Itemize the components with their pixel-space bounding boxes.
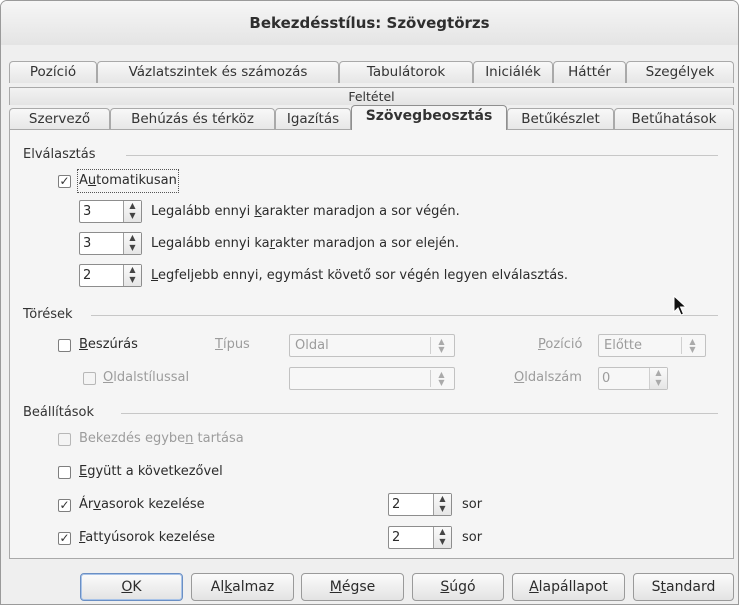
spin-arrows-icon[interactable]: ▲ ▼ <box>123 233 141 254</box>
section-divider <box>126 155 718 156</box>
tab-organizer[interactable]: Szervező <box>9 108 110 130</box>
reset-button[interactable]: Alapállapot <box>512 573 625 601</box>
max-consecutive-label: Legfeljebb ennyi, egymást követő sor vég… <box>151 268 569 283</box>
keep-together-label[interactable]: Bekezdés egyben tartása <box>79 429 244 449</box>
dropdown-arrows-icon: ▲ ▼ <box>430 370 452 387</box>
break-position-label: Pozíció <box>538 337 583 352</box>
tab-borders[interactable]: Szegélyek <box>626 61 734 83</box>
break-type-select[interactable]: Oldal ▲ ▼ <box>289 334 455 357</box>
max-consecutive-spinner[interactable]: 2 ▲ ▼ <box>79 264 142 287</box>
spin-arrows-icon[interactable]: ▲ ▼ <box>649 368 667 389</box>
spin-arrows-icon[interactable]: ▲ ▼ <box>433 527 451 548</box>
section-breaks: Törések <box>23 307 73 322</box>
widow-control-label[interactable]: Fattyúsorok kezelése <box>79 528 215 548</box>
automatic-label[interactable]: Automatikusan <box>77 169 179 193</box>
orphan-control-checkbox[interactable]: ✓ <box>58 499 71 512</box>
dropdown-arrows-icon: ▲ ▼ <box>430 337 452 354</box>
page-number-label: Oldalszám <box>514 370 582 385</box>
automatic-checkbox[interactable]: ✓ <box>58 175 71 188</box>
section-divider <box>91 315 718 316</box>
widow-lines-spinner[interactable]: 2 ▲ ▼ <box>388 526 452 549</box>
tab-outline-numbering[interactable]: Vázlatszintek és számozás <box>97 61 339 83</box>
insert-break-label[interactable]: Beszúrás <box>79 335 138 355</box>
end-chars-spinner[interactable]: 3 ▲ ▼ <box>79 200 142 223</box>
insert-break-checkbox[interactable] <box>58 339 71 352</box>
dropdown-arrows-icon: ▲ ▼ <box>681 337 703 354</box>
with-page-style-checkbox[interactable] <box>83 372 96 385</box>
keep-with-next-label[interactable]: Együtt a következővel <box>79 462 223 482</box>
break-type-label: Típus <box>215 337 250 352</box>
section-divider <box>121 413 718 414</box>
widow-lines-unit: sor <box>462 530 483 545</box>
spin-arrows-icon[interactable]: ▲ ▼ <box>433 494 451 515</box>
orphan-control-label[interactable]: Árvasorok kezelése <box>79 495 205 515</box>
end-chars-label: Legalább ennyi karakter maradjon a sor v… <box>151 204 460 219</box>
apply-button[interactable]: Alkalmaz <box>191 573 294 601</box>
page-number-spinner[interactable]: 0 ▲ ▼ <box>598 367 668 390</box>
standard-button[interactable]: Standard <box>633 573 734 601</box>
tab-background[interactable]: Háttér <box>553 61 626 83</box>
with-page-style-label[interactable]: Oldalstílussal <box>103 368 189 388</box>
section-hyphenation: Elválasztás <box>23 147 96 162</box>
tab-position[interactable]: Pozíció <box>9 61 97 83</box>
widow-control-checkbox[interactable]: ✓ <box>58 532 71 545</box>
tab-text-flow[interactable]: Szövegbeosztás <box>351 105 507 130</box>
orphan-lines-spinner[interactable]: 2 ▲ ▼ <box>388 493 452 516</box>
start-chars-spinner[interactable]: 3 ▲ ▼ <box>79 232 142 255</box>
keep-together-checkbox[interactable] <box>58 433 71 446</box>
dialog-window: Bekezdésstílus: Szövegtörzs Pozíció Vázl… <box>0 0 739 605</box>
mouse-pointer-icon <box>673 295 688 316</box>
window-title: Bekezdésstílus: Szövegtörzs <box>1 1 738 45</box>
section-options: Beállítások <box>23 405 95 420</box>
start-chars-label: Legalább ennyi karakter maradjon a sor e… <box>151 236 460 251</box>
tab-indents-spacing[interactable]: Behúzás és térköz <box>110 108 275 130</box>
spin-arrows-icon[interactable]: ▲ ▼ <box>123 265 141 286</box>
orphan-lines-unit: sor <box>462 497 483 512</box>
tab-font[interactable]: Betűkészlet <box>507 108 614 130</box>
tab-tabs[interactable]: Tabulátorok <box>339 61 473 83</box>
tab-condition[interactable]: Feltétel <box>9 87 734 105</box>
spin-arrows-icon[interactable]: ▲ ▼ <box>123 201 141 222</box>
tab-font-effects[interactable]: Betűhatások <box>614 108 734 130</box>
tab-drop-caps[interactable]: Iniciálék <box>473 61 553 83</box>
break-position-select[interactable]: Előtte ▲ ▼ <box>598 334 706 357</box>
ok-button[interactable]: OK <box>80 573 183 601</box>
cancel-button[interactable]: Mégse <box>301 573 404 601</box>
tab-alignment[interactable]: Igazítás <box>275 108 351 130</box>
help-button[interactable]: Súgó <box>412 573 504 601</box>
keep-with-next-checkbox[interactable] <box>58 466 71 479</box>
page-style-select[interactable]: ▲ ▼ <box>289 367 455 390</box>
